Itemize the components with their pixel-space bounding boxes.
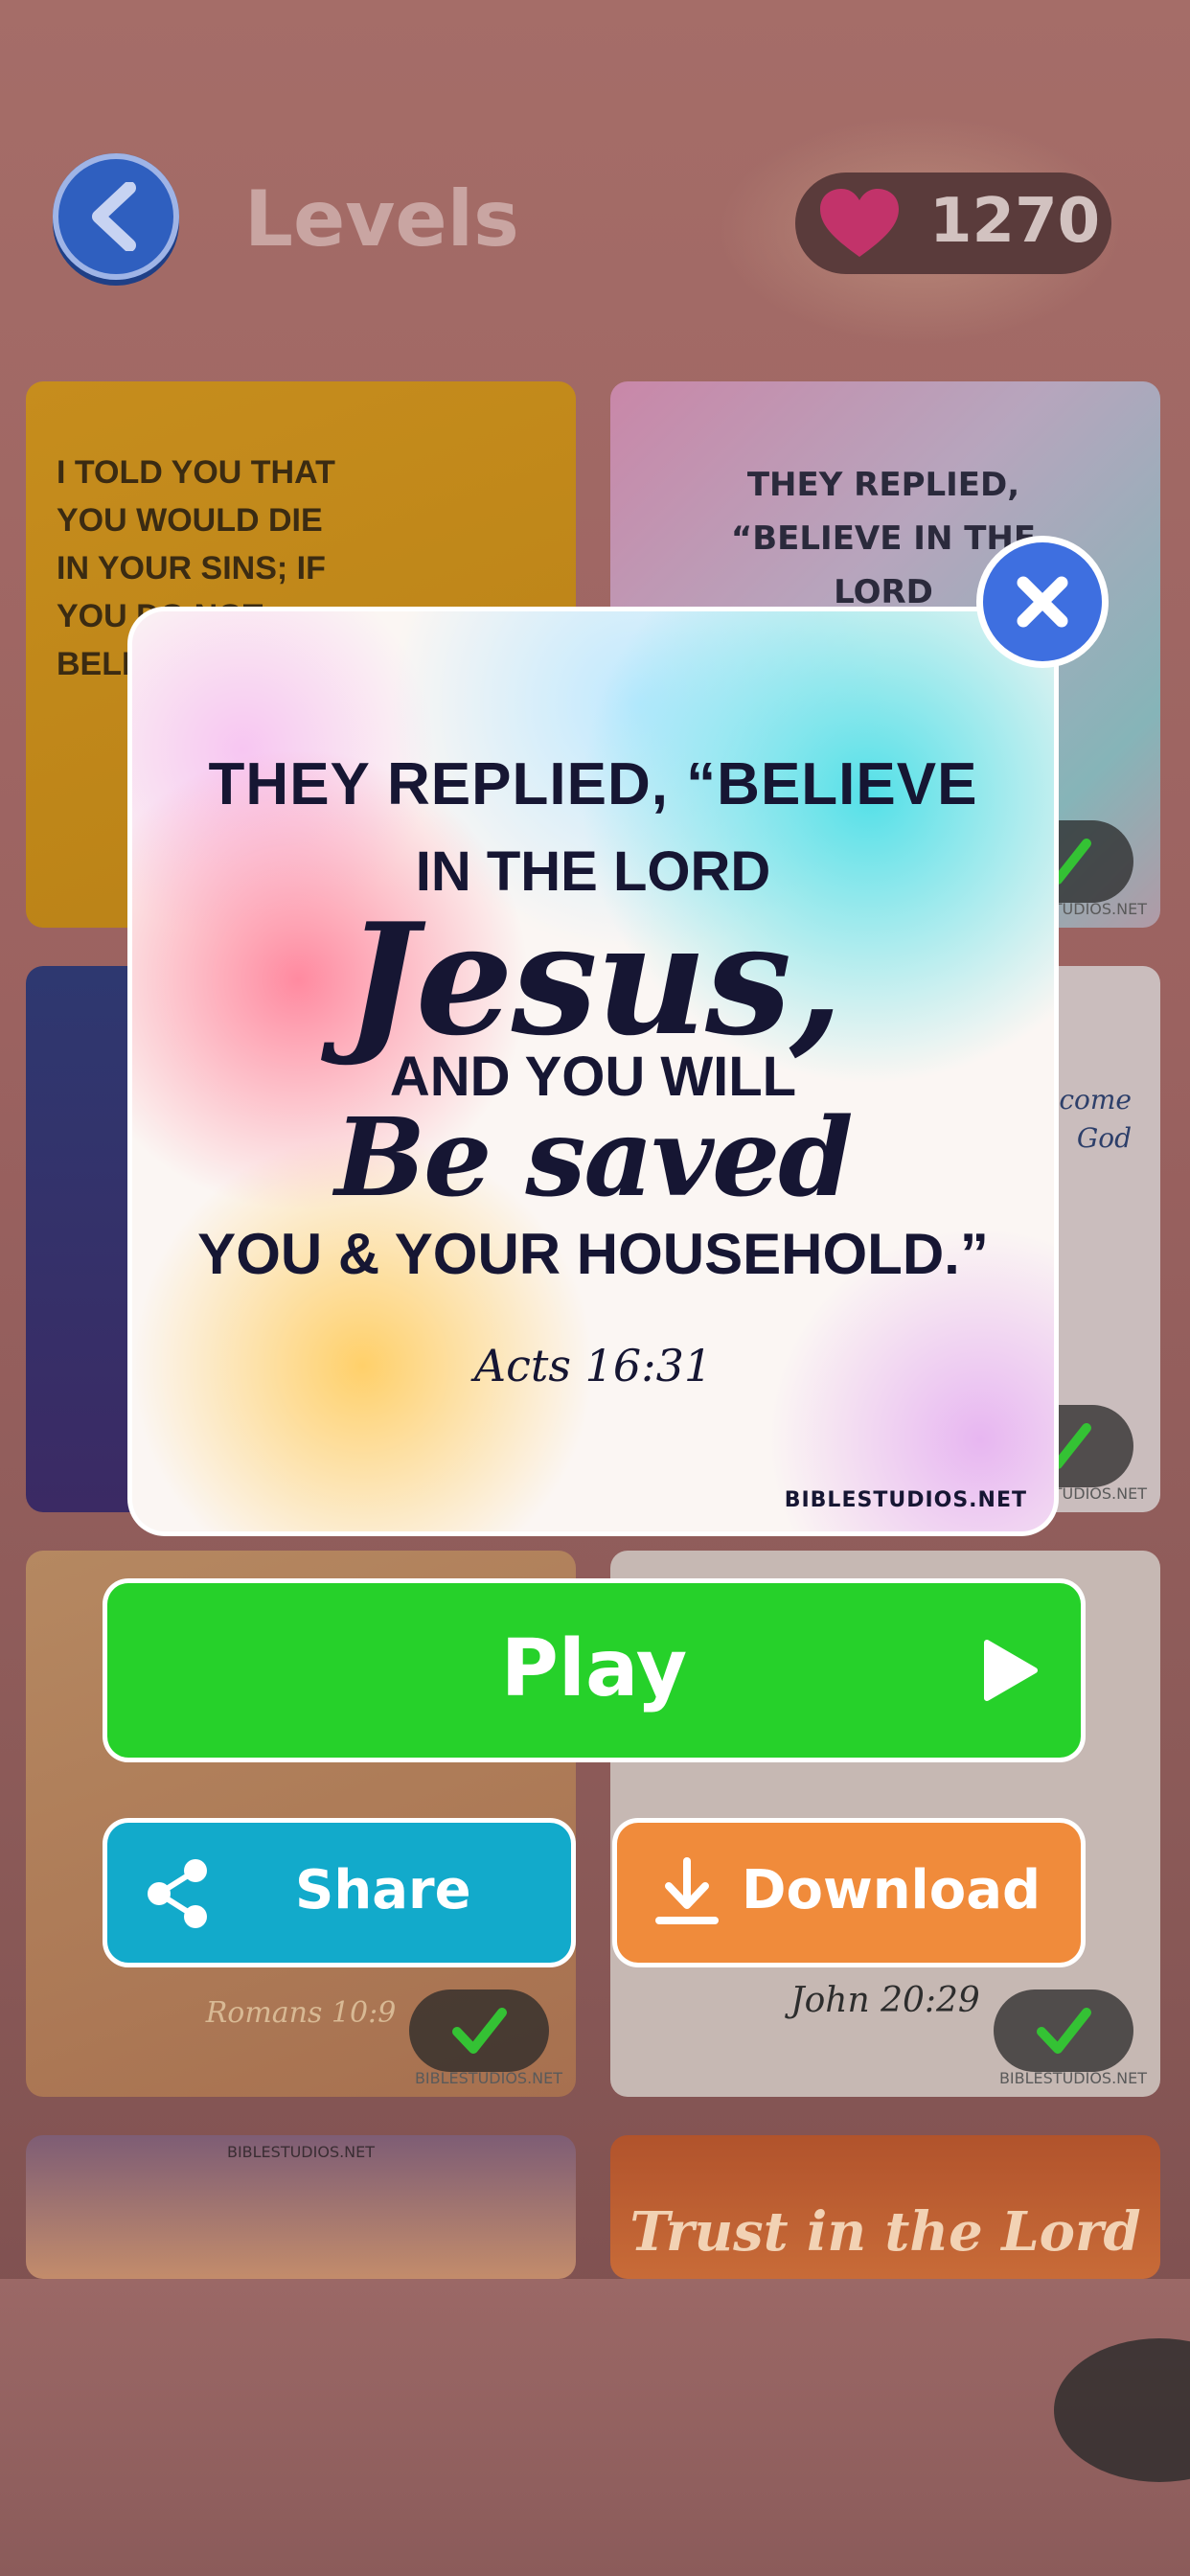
tile-watermark: BIBLESTUDIOS.NET <box>414 2069 562 2087</box>
level-tile[interactable]: Trust in the Lord <box>610 2135 1160 2279</box>
bottom-fog <box>0 2279 1190 2576</box>
page-title: Levels <box>244 174 519 264</box>
play-button[interactable]: Play <box>107 1583 1081 1758</box>
tile-text: Trust in the Lord <box>629 2200 1141 2264</box>
heart-icon <box>820 189 899 257</box>
verse-card: THEY REPLIED, “BELIEVE IN THE LORD Jesus… <box>132 611 1054 1531</box>
completed-badge <box>994 1990 1133 2072</box>
download-label: Download <box>742 1859 1041 1921</box>
share-label: Share <box>295 1859 471 1921</box>
play-icon <box>984 1640 1038 1701</box>
close-button[interactable] <box>983 542 1102 661</box>
completed-badge <box>409 1990 549 2072</box>
verse-line: Jesus, <box>345 889 843 1070</box>
tile-watermark: BIBLESTUDIOS.NET <box>226 2143 376 2161</box>
check-icon <box>452 2008 507 2054</box>
tile-watermark: BIBLESTUDIOS.NET <box>998 2069 1147 2087</box>
download-button[interactable]: Download <box>617 1823 1081 1963</box>
close-icon <box>1017 576 1068 628</box>
verse-line: YOU & YOUR HOUSEHOLD.” <box>197 1222 989 1286</box>
tile-watermark: STUDIOS.NET <box>1042 900 1147 918</box>
tile-watermark: STUDIOS.NET <box>1042 1484 1147 1503</box>
share-button[interactable]: Share <box>107 1823 571 1963</box>
screen: I TOLD YOU THAT YOU WOULD DIE IN YOUR SI… <box>0 0 1190 2576</box>
chevron-left-icon <box>92 182 136 251</box>
hearts-counter: 1270 <box>795 172 1111 274</box>
check-icon <box>1037 2008 1091 2054</box>
verse-line: Be saved <box>334 1095 853 1221</box>
card-watermark: BIBLESTUDIOS.NET <box>784 1488 1027 1512</box>
back-button[interactable] <box>53 153 179 280</box>
verse-line: THEY REPLIED, “BELIEVE <box>208 751 978 817</box>
level-tile[interactable]: BIBLESTUDIOS.NET <box>26 2135 576 2279</box>
play-label: Play <box>500 1623 688 1714</box>
verse-reference: Acts 16:31 <box>473 1340 713 1392</box>
share-icon <box>148 1859 207 1928</box>
hearts-count: 1270 <box>929 186 1101 257</box>
download-icon <box>655 1857 719 1924</box>
